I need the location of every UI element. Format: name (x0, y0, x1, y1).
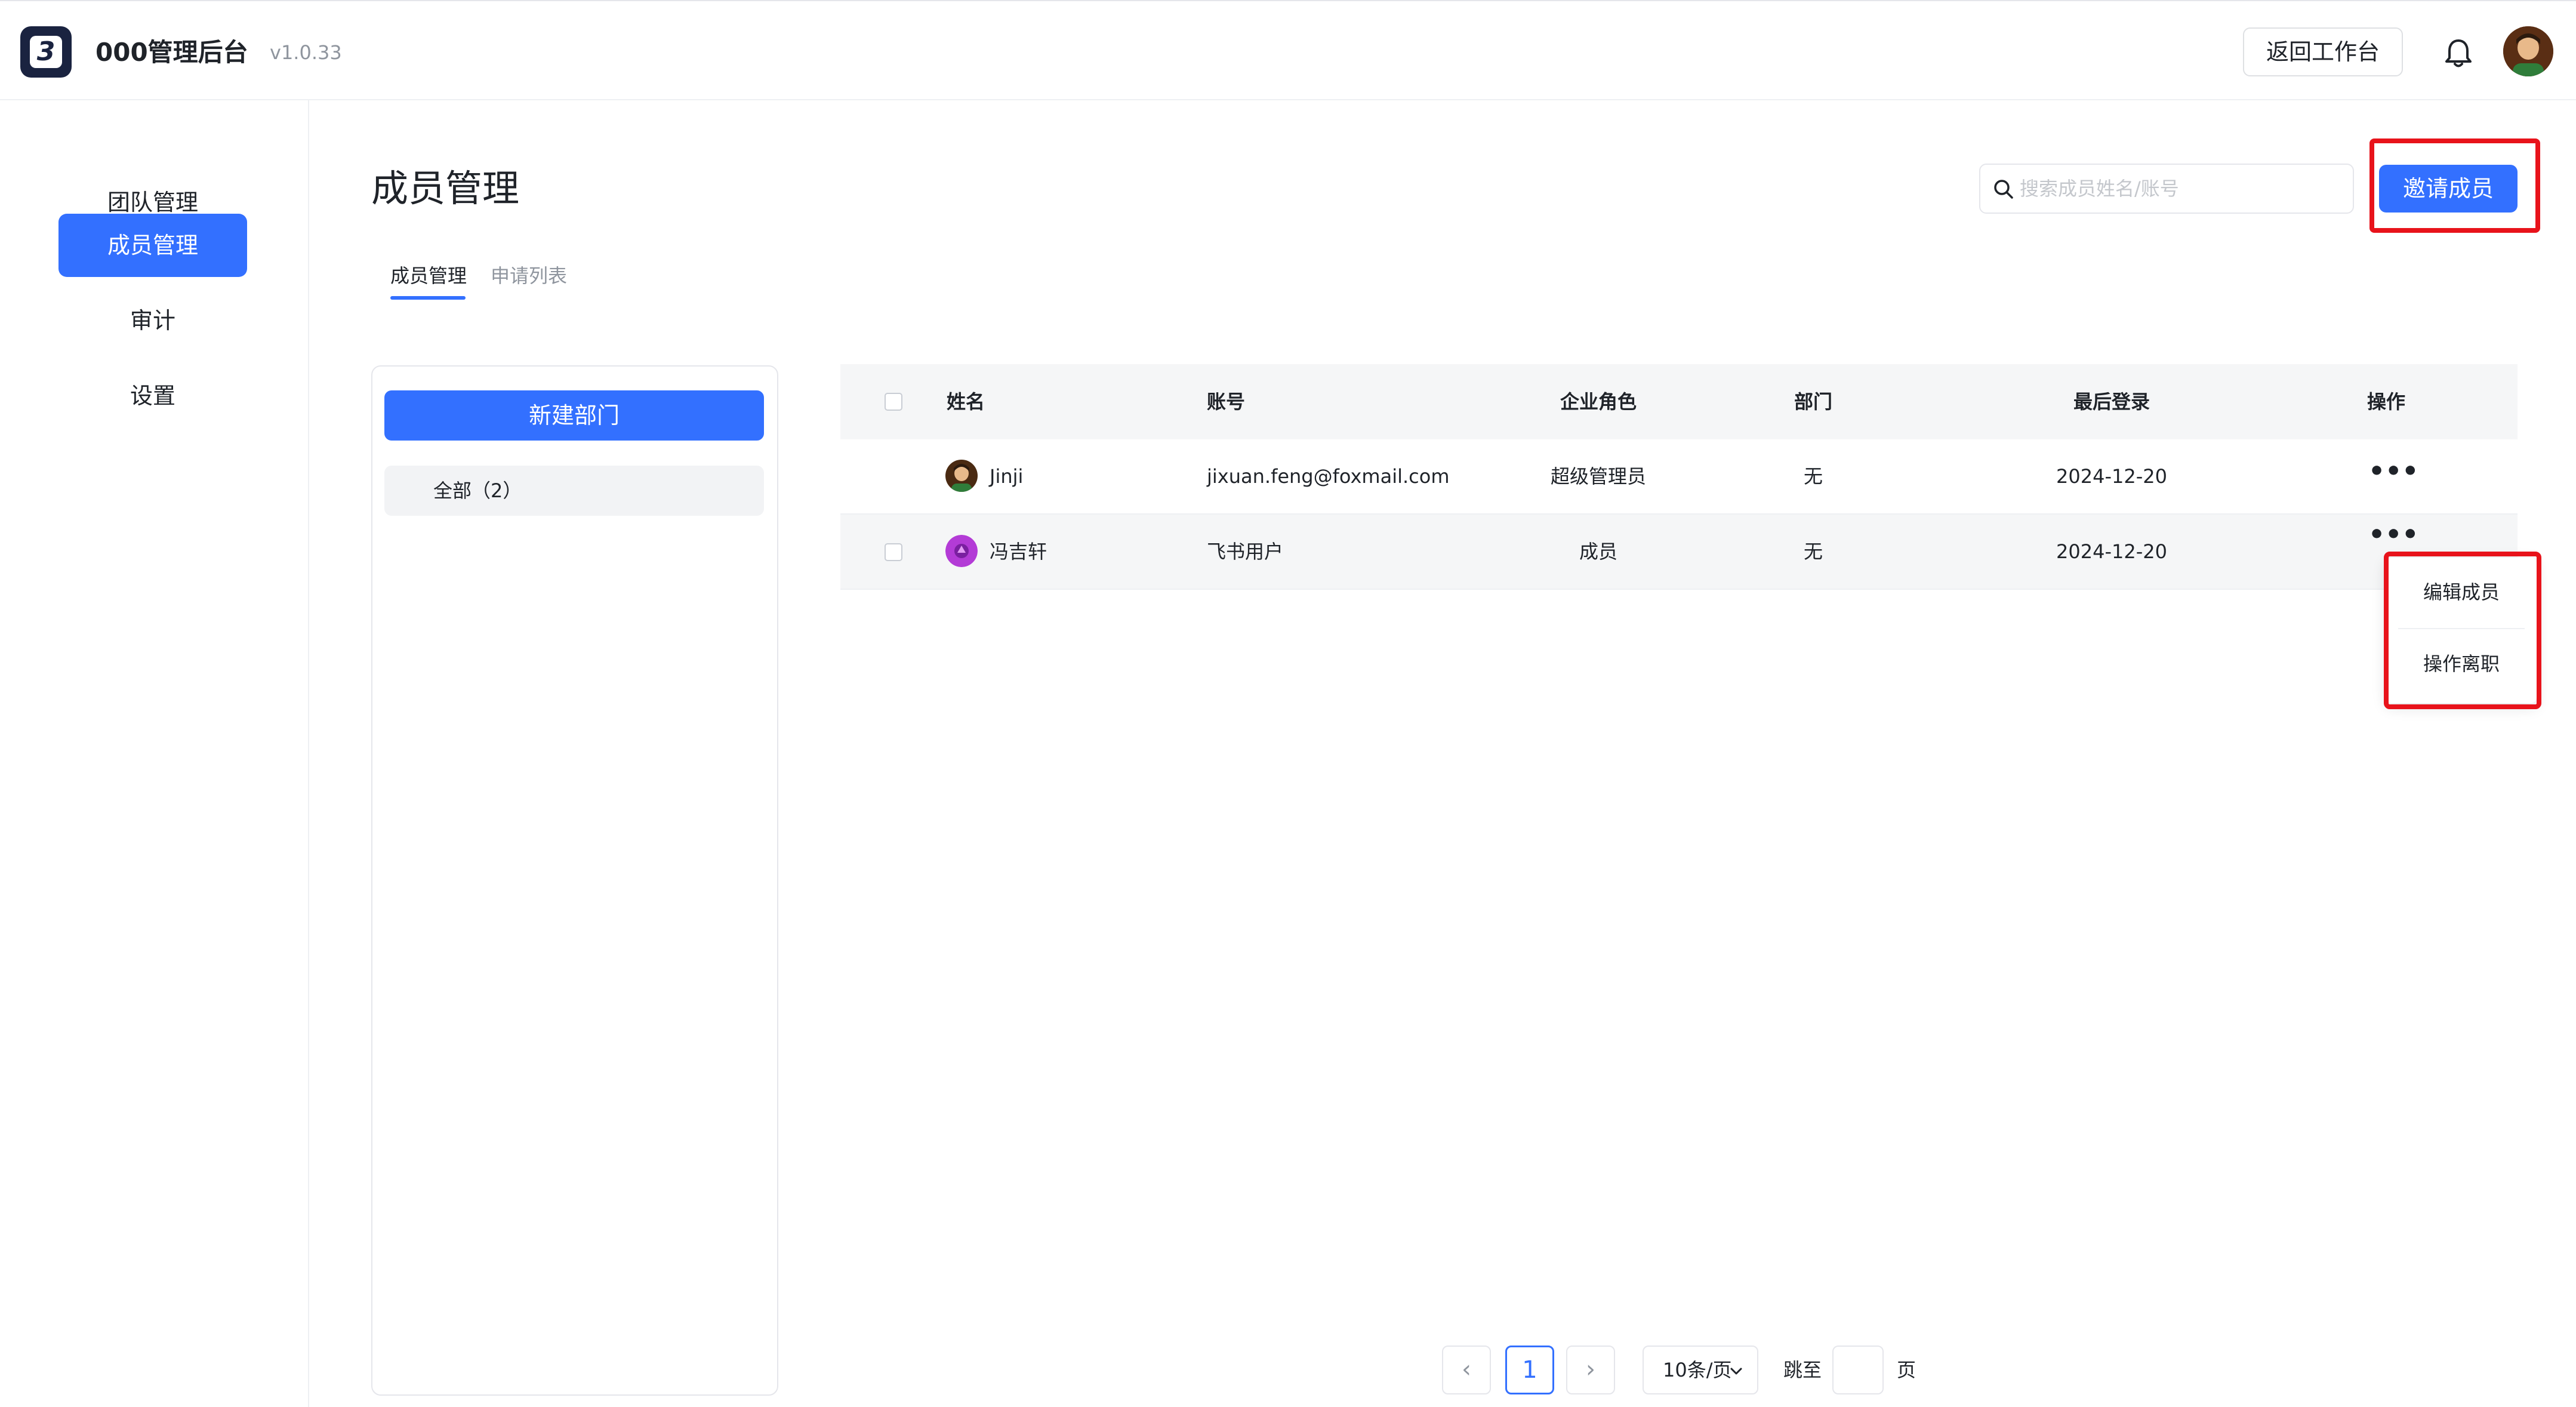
bell-icon[interactable] (2438, 32, 2479, 74)
column-header-actions: 操作 (2367, 390, 2405, 413)
top-bar: 3 000管理后台 v1.0.33 返回工作台 (0, 0, 2576, 100)
search-icon (1994, 180, 2013, 199)
pagination-next-button[interactable]: › (1566, 1346, 1615, 1394)
department-item-all[interactable]: 全部（2） (384, 466, 764, 516)
department-panel: 新建部门 全部（2） (371, 365, 778, 1396)
highlight-box-menu (2384, 552, 2541, 709)
page-size-value: 10条/页 (1663, 1359, 1732, 1381)
table-row[interactable]: Jinji jixuan.feng@foxmail.com 超级管理员 无 20… (840, 439, 2518, 515)
member-account: 飞书用户 (1207, 540, 1284, 563)
app-logo-icon[interactable]: 3 (20, 26, 72, 78)
sidebar-item-members[interactable]: 成员管理 (58, 214, 247, 277)
sidebar-item-settings[interactable]: 设置 (58, 364, 247, 427)
jump-to-page-input[interactable] (1832, 1346, 1884, 1394)
table-header: 姓名 账号 企业角色 部门 最后登录 操作 (840, 364, 2518, 439)
app-version: v1.0.33 (270, 41, 342, 64)
member-account: jixuan.feng@foxmail.com (1207, 465, 1450, 488)
back-to-workspace-button[interactable]: 返回工作台 (2243, 27, 2403, 76)
app-title: 000管理后台 (95, 38, 248, 67)
pagination-page-1[interactable]: 1 (1505, 1346, 1554, 1394)
member-avatar (945, 535, 978, 567)
member-department: 无 (1803, 465, 1823, 488)
app-root: 3 000管理后台 v1.0.33 返回工作台 团队管理 成员管理 审计 设置 … (0, 0, 2576, 1407)
column-header-name[interactable]: 姓名 (947, 364, 985, 439)
member-avatar (945, 460, 978, 492)
sidebar-item-audit[interactable]: 审计 (58, 289, 247, 352)
new-department-button[interactable]: 新建部门 (384, 390, 764, 441)
search-input[interactable] (2020, 170, 2342, 208)
member-role: 成员 (1579, 540, 1617, 563)
member-name: 冯吉轩 (990, 540, 1047, 563)
active-tab-indicator (390, 296, 466, 300)
jump-to-label: 跳至 (1783, 1359, 1822, 1381)
more-horizontal-icon[interactable]: ••• (2368, 458, 2418, 488)
column-header-department[interactable]: 部门 (1760, 364, 1867, 439)
app-logo-glyph: 3 (30, 36, 62, 68)
pagination-prev-button[interactable]: ‹ (1442, 1346, 1491, 1394)
highlight-box-invite (2369, 138, 2540, 233)
page-suffix-label: 页 (1897, 1359, 1916, 1381)
member-last-login: 2024-12-20 (2056, 465, 2167, 488)
column-header-last-login[interactable]: 最后登录 (1974, 364, 2249, 439)
column-header-role[interactable]: 企业角色 (1497, 364, 1700, 439)
page-title: 成员管理 (371, 167, 520, 210)
tab-members[interactable]: 成员管理 (390, 263, 467, 289)
chevron-down-icon (1730, 1368, 1742, 1375)
member-search-box[interactable] (1979, 164, 2354, 214)
tab-applications[interactable]: 申请列表 (491, 263, 567, 289)
member-last-login: 2024-12-20 (2056, 540, 2167, 563)
member-department: 无 (1803, 540, 1823, 563)
column-header-account[interactable]: 账号 (1207, 364, 1245, 439)
user-avatar[interactable] (2503, 26, 2553, 76)
member-role: 超级管理员 (1550, 465, 1646, 488)
table-row[interactable]: 冯吉轩 飞书用户 成员 无 2024-12-20 ••• (840, 515, 2518, 590)
member-name: Jinji (990, 465, 1024, 488)
page-size-select[interactable]: 10条/页 (1643, 1346, 1758, 1394)
select-all-checkbox[interactable] (885, 393, 902, 411)
more-horizontal-icon[interactable]: ••• (2368, 522, 2418, 552)
row-checkbox[interactable] (885, 543, 902, 561)
sidebar: 团队管理 成员管理 审计 设置 (0, 100, 309, 1407)
